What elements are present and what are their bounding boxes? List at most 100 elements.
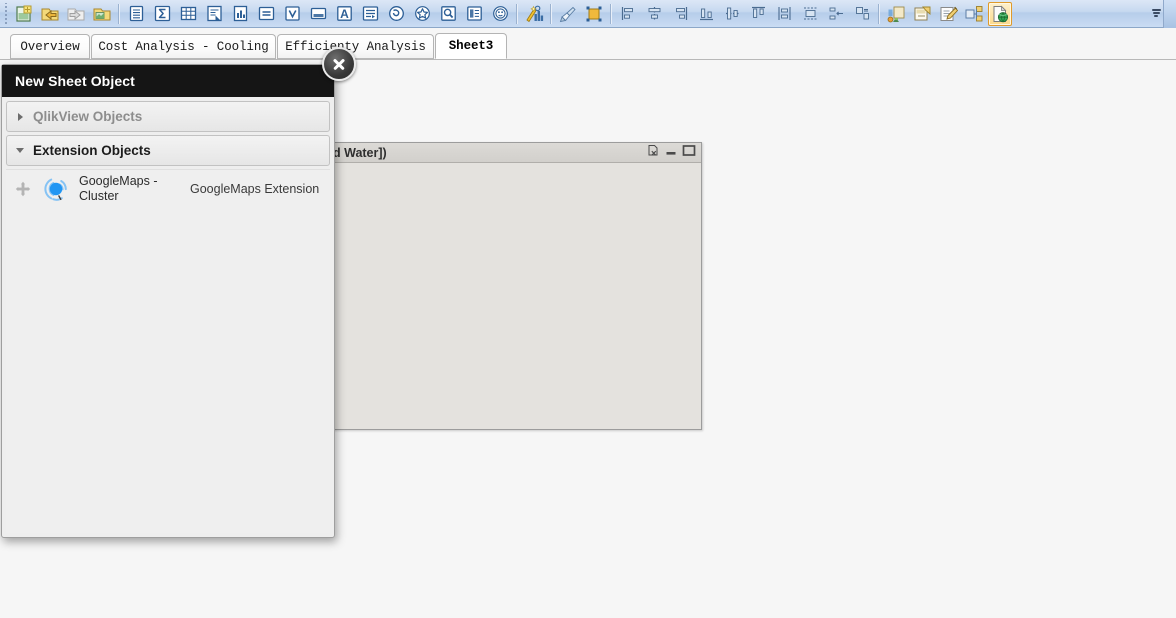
maximize-icon[interactable] — [682, 144, 696, 162]
align-middle-button[interactable] — [720, 2, 744, 26]
sheet-object-controls — [647, 144, 696, 162]
align-right-button[interactable] — [668, 2, 692, 26]
new-sheet-object-button[interactable] — [988, 1, 1012, 26]
align-top-button[interactable] — [746, 2, 770, 26]
align-top-icon — [751, 6, 765, 18]
align-bottom-button[interactable] — [694, 2, 718, 26]
sheet-tab-efficienty-analysis[interactable]: Efficienty Analysis — [277, 34, 434, 59]
input-box-button[interactable] — [254, 2, 278, 26]
align-left-button[interactable] — [616, 2, 640, 26]
close-icon — [332, 57, 346, 71]
sheet-link-icon — [965, 5, 983, 21]
sheet-tab-sheet3[interactable]: Sheet3 — [435, 33, 507, 59]
googlemaps-cluster-icon — [39, 172, 73, 206]
open-folder-back-icon — [41, 8, 59, 20]
new-document-icon — [16, 5, 32, 22]
new-document-button[interactable] — [12, 2, 36, 26]
input-box-icon — [258, 6, 274, 21]
space-horizontally-button[interactable] — [798, 2, 822, 26]
page-globe-icon — [993, 5, 1009, 22]
list-box-icon — [129, 5, 143, 22]
chart-button[interactable] — [228, 2, 252, 26]
edit-sheet-icon — [940, 6, 958, 21]
sheet-properties-button[interactable] — [962, 2, 986, 26]
distribute-vertical-button[interactable] — [772, 2, 796, 26]
statistics-box-button[interactable] — [150, 2, 174, 26]
sheet-object-body — [334, 164, 701, 429]
slider-calendar-button[interactable] — [384, 2, 408, 26]
toolbar-separator — [610, 3, 612, 24]
sheet-object-chart[interactable]: d Water]) — [333, 142, 702, 430]
quick-chart-wizard-button[interactable] — [522, 2, 546, 26]
main-toolbar: A — [0, 0, 1176, 28]
overflow-bars-icon — [1151, 9, 1161, 18]
multi-box-button[interactable] — [176, 2, 200, 26]
space-horizontal-icon — [803, 7, 817, 20]
new-sheet-button[interactable] — [910, 2, 934, 26]
custom-object-button[interactable] — [488, 2, 512, 26]
smiley-icon — [492, 6, 508, 21]
space-equal-icon — [829, 7, 843, 20]
object-properties-button[interactable] — [582, 2, 606, 26]
space-equally-button[interactable] — [824, 2, 848, 26]
align-center-h-icon — [648, 7, 660, 20]
distribute-vertical-icon — [777, 7, 791, 20]
sheet-tab-strip: Overview Cost Analysis - Cooling Efficie… — [0, 29, 1176, 60]
forward-button[interactable] — [64, 2, 88, 26]
grid-table-icon — [180, 6, 196, 21]
list-item[interactable]: GoogleMaps - Cluster GoogleMaps Extensio… — [6, 169, 330, 207]
accordion-section-qlikview-objects[interactable]: QlikView Objects — [6, 101, 330, 132]
chevron-right-icon — [7, 112, 33, 121]
edit-sheet-button[interactable] — [936, 2, 960, 26]
sheet-object-title: d Water]) — [333, 145, 387, 160]
promote-sheet-button[interactable] — [884, 2, 908, 26]
promote-sheet-icon — [887, 6, 904, 22]
minimize-icon[interactable] — [665, 144, 677, 162]
resize-same-icon — [855, 7, 869, 20]
container-button[interactable] — [462, 2, 486, 26]
dialog-close-button[interactable] — [322, 47, 356, 81]
toolbar-grip[interactable] — [2, 2, 11, 25]
paintbrush-icon — [559, 6, 576, 22]
align-left-icon — [621, 7, 633, 20]
svg-text:A: A — [340, 7, 349, 21]
resize-same-button[interactable] — [850, 2, 874, 26]
window-box-icon — [310, 7, 326, 20]
text-object-button[interactable]: A — [332, 2, 356, 26]
list-box-button[interactable] — [124, 2, 148, 26]
clear-selections-icon[interactable] — [647, 144, 660, 162]
accordion-section-extension-objects[interactable]: Extension Objects — [6, 135, 330, 166]
multi-box-2-button[interactable] — [306, 2, 330, 26]
dialog-header: New Sheet Object — [2, 65, 334, 97]
table-box-button[interactable] — [202, 2, 226, 26]
toolbar-separator — [516, 3, 518, 24]
toolbar-right-cap — [1163, 0, 1176, 28]
bar-chart-icon — [233, 5, 247, 22]
open-folder-forward-icon — [67, 8, 85, 20]
checkmark-box-icon — [284, 6, 300, 21]
open-document-button[interactable] — [38, 2, 62, 26]
search-object-button[interactable] — [436, 2, 460, 26]
sheet-tab-overview[interactable]: Overview — [10, 34, 90, 59]
align-bottom-icon — [699, 8, 713, 21]
bookmark-button[interactable] — [410, 2, 434, 26]
new-sheet-object-dialog: New Sheet Object QlikView Objects Extens… — [1, 64, 335, 538]
format-painter-button[interactable] — [556, 2, 580, 26]
drag-handle-icon[interactable] — [6, 181, 39, 197]
align-center-horizontal-button[interactable] — [642, 2, 666, 26]
sheet-object-caption[interactable]: d Water]) — [333, 143, 701, 163]
line-arrow-button[interactable] — [358, 2, 382, 26]
open-recent-button[interactable] — [90, 2, 114, 26]
sheet-tab-cost-analysis-cooling[interactable]: Cost Analysis - Cooling — [91, 34, 276, 59]
container-icon — [466, 6, 482, 21]
dialog-title: New Sheet Object — [15, 73, 135, 89]
current-selections-button[interactable] — [280, 2, 304, 26]
accordion-label-qlikview-objects: QlikView Objects — [33, 109, 143, 124]
text-a-icon: A — [336, 6, 352, 21]
toolbar-separator — [118, 3, 120, 24]
table-box-icon — [206, 5, 222, 22]
toolbar-overflow-button[interactable] — [1149, 2, 1163, 26]
extension-type: GoogleMaps Extension — [190, 181, 320, 196]
toolbar-separator — [878, 3, 880, 24]
line-arrow-icon — [362, 6, 378, 21]
